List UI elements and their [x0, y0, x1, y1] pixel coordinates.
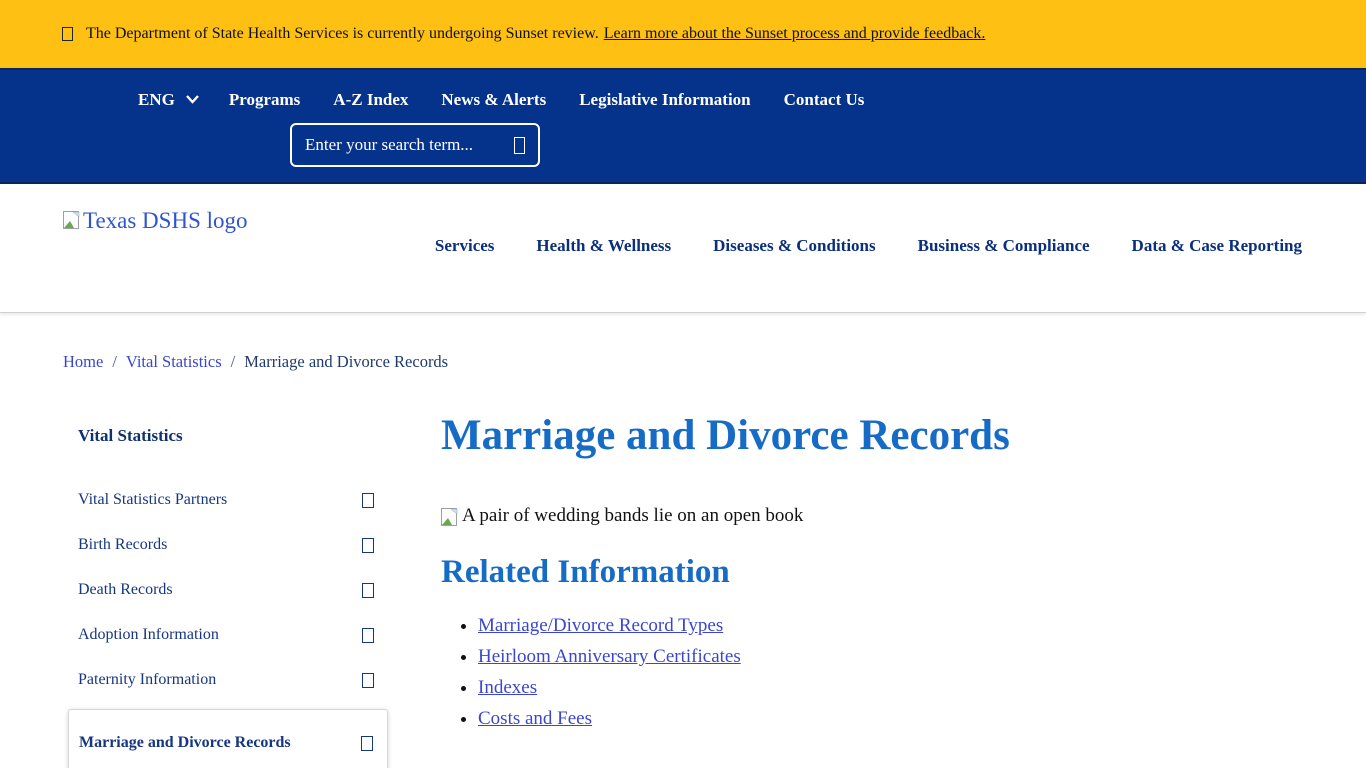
- link-marriage-divorce-record-types[interactable]: Marriage/Divorce Record Types: [478, 615, 723, 636]
- chevron-down-icon: [186, 91, 199, 109]
- chevron-right-icon: [361, 736, 373, 751]
- alert-icon: [62, 27, 73, 41]
- nav-link-health-wellness[interactable]: Health & Wellness: [536, 236, 671, 256]
- link-costs-and-fees[interactable]: Costs and Fees: [478, 708, 592, 729]
- chevron-right-icon: [362, 538, 374, 553]
- sidebar-title: Vital Statistics: [68, 426, 388, 446]
- link-indexes[interactable]: Indexes: [478, 677, 537, 698]
- sunset-alert-banner: The Department of State Health Services …: [0, 0, 1366, 68]
- search-icon[interactable]: [514, 137, 525, 154]
- list-item: Heirloom Anniversary Certificates: [478, 646, 1010, 668]
- sidebar-item-marriage-divorce-records[interactable]: Marriage and Divorce Records: [68, 709, 388, 768]
- breadcrumb-vital-statistics[interactable]: Vital Statistics: [126, 352, 222, 372]
- primary-nav: Services Health & Wellness Diseases & Co…: [435, 236, 1302, 256]
- chevron-right-icon: [362, 628, 374, 643]
- language-selector[interactable]: ENG: [138, 90, 199, 110]
- sidebar-item-label: Adoption Information: [78, 626, 219, 644]
- chevron-right-icon: [362, 673, 374, 688]
- nav-link-services[interactable]: Services: [435, 236, 494, 256]
- nav-link-diseases-conditions[interactable]: Diseases & Conditions: [713, 236, 875, 256]
- content-row: Vital Statistics Vital Statistics Partne…: [0, 410, 1366, 768]
- breadcrumb-separator: /: [231, 352, 236, 372]
- sidebar-item-label: Marriage and Divorce Records: [79, 734, 291, 752]
- breadcrumb-home[interactable]: Home: [63, 352, 103, 372]
- sidebar-item-label: Paternity Information: [78, 671, 216, 689]
- list-item: Marriage/Divorce Record Types: [478, 615, 1010, 637]
- sidebar-item-adoption-information[interactable]: Adoption Information: [68, 615, 388, 655]
- broken-image-icon: [63, 211, 81, 230]
- main-content: Marriage and Divorce Records A pair of w…: [441, 410, 1010, 739]
- sidebar-item-label: Birth Records: [78, 536, 167, 554]
- list-item: Indexes: [478, 677, 1010, 699]
- sunset-feedback-link[interactable]: Learn more about the Sunset process and …: [604, 25, 986, 43]
- related-links-list: Marriage/Divorce Record Types Heirloom A…: [441, 615, 1010, 730]
- site-logo[interactable]: Texas DSHS logo: [63, 208, 248, 234]
- nav-link-programs[interactable]: Programs: [229, 90, 300, 110]
- sidebar-item-birth-records[interactable]: Birth Records: [68, 525, 388, 565]
- nav-link-az-index[interactable]: A-Z Index: [333, 90, 408, 110]
- broken-image-icon: [441, 508, 459, 527]
- nav-link-news-alerts[interactable]: News & Alerts: [441, 90, 546, 110]
- page: The Department of State Health Services …: [0, 0, 1366, 768]
- sidebar-item-label: Vital Statistics Partners: [78, 491, 227, 509]
- sidebar-item-label: Death Records: [78, 581, 173, 599]
- search-box[interactable]: [290, 123, 540, 167]
- utility-nav-bar: ENG Programs A-Z Index News & Alerts Leg…: [0, 68, 1366, 184]
- logo-alt-text: Texas DSHS logo: [83, 208, 248, 234]
- nav-link-legislative-information[interactable]: Legislative Information: [579, 90, 750, 110]
- sidebar-item-vital-statistics-partners[interactable]: Vital Statistics Partners: [68, 480, 388, 520]
- chevron-right-icon: [362, 493, 374, 508]
- hero-image-alt-text: A pair of wedding bands lie on an open b…: [462, 505, 803, 527]
- chevron-right-icon: [362, 583, 374, 598]
- alert-text: The Department of State Health Services …: [86, 25, 599, 43]
- hero-image-broken: A pair of wedding bands lie on an open b…: [441, 505, 1010, 527]
- search-input[interactable]: [305, 135, 514, 155]
- breadcrumb-separator: /: [112, 352, 117, 372]
- page-title: Marriage and Divorce Records: [441, 412, 1010, 459]
- link-heirloom-anniversary-certificates[interactable]: Heirloom Anniversary Certificates: [478, 646, 741, 667]
- related-information-heading: Related Information: [441, 554, 1010, 591]
- breadcrumb-current: Marriage and Divorce Records: [244, 352, 448, 372]
- list-item: Costs and Fees: [478, 708, 1010, 730]
- sidebar-item-death-records[interactable]: Death Records: [68, 570, 388, 610]
- language-label: ENG: [138, 90, 175, 110]
- breadcrumb: Home / Vital Statistics / Marriage and D…: [63, 352, 1366, 372]
- sidebar-vital-statistics: Vital Statistics Vital Statistics Partne…: [68, 410, 388, 768]
- nav-link-data-case-reporting[interactable]: Data & Case Reporting: [1132, 236, 1302, 256]
- utility-nav-row: ENG Programs A-Z Index News & Alerts Leg…: [0, 70, 1366, 110]
- sidebar-item-paternity-information[interactable]: Paternity Information: [68, 660, 388, 700]
- nav-link-contact-us[interactable]: Contact Us: [784, 90, 865, 110]
- nav-link-business-compliance[interactable]: Business & Compliance: [918, 236, 1090, 256]
- site-header: Texas DSHS logo Services Health & Wellne…: [0, 184, 1366, 313]
